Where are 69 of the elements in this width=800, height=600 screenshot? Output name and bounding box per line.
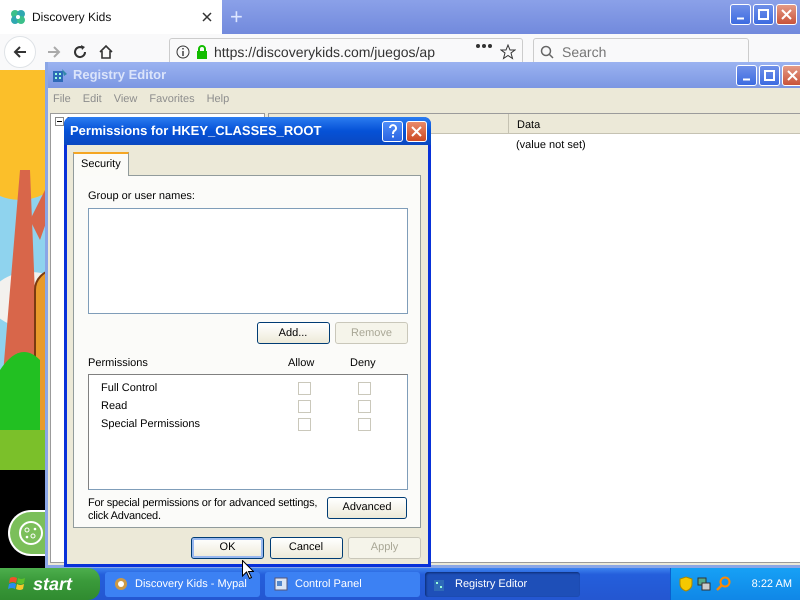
clock: 8:22 AM [752,576,792,592]
tab[interactable]: Security [73,152,129,176]
menu-item[interactable]: View [114,91,138,108]
cookie-button[interactable] [8,510,45,556]
browser-tab[interactable]: Discovery Kids [0,0,222,34]
close-button[interactable] [782,64,800,86]
cancel-button[interactable]: Cancel [270,536,342,558]
back-button[interactable] [4,36,36,68]
flower-icon [10,9,26,25]
maximize-icon [764,70,775,80]
search-icon [540,45,554,59]
advanced-hint: For special permissions or for advanced settings, click Advanced. [88,496,318,522]
search-icon [715,576,731,592]
registry-icon [52,67,68,83]
minimize-button[interactable] [730,4,752,25]
column-header[interactable]: Data [509,114,548,132]
permission-name: Special Permissions [101,417,202,432]
maximize-button[interactable] [759,64,780,86]
search-field[interactable]: Search [560,40,710,64]
advanced-button[interactable]: Advanced [327,496,407,518]
lock-icon [196,45,208,59]
url-text: https://discoverykids.com/juegos/ap [214,42,435,62]
star-icon[interactable] [500,44,516,60]
window-title: Registry Editor [73,66,166,84]
close-icon [411,126,422,136]
cookie-icon [17,519,45,547]
column-label: Deny [350,356,376,371]
minimize-button[interactable] [736,64,757,86]
maximize-button[interactable] [753,4,774,25]
dialog-title: Permissions for HKEY_CLASSES_ROOT [70,122,322,140]
taskbar-button[interactable]: Registry Editor [425,572,580,596]
close-button[interactable] [406,120,427,142]
minimize-icon [737,17,744,20]
reload-icon[interactable] [72,44,88,60]
close-icon [781,9,792,20]
menu-item[interactable]: File [53,91,71,108]
home-icon[interactable] [98,44,114,60]
permission-name: Read [101,399,128,414]
network-icon [697,576,711,592]
minimize-icon [743,78,750,80]
taskbar-button[interactable]: Control Panel [265,572,420,596]
taskbar-button[interactable]: Discovery Kids - Mypal [105,572,260,596]
app-icon [113,576,129,592]
user-list[interactable] [88,208,408,314]
question-mark-icon [388,124,398,138]
info-icon [176,45,190,59]
menu-item[interactable]: Favorites [149,91,195,108]
menu-item[interactable]: Edit [82,91,102,108]
add-button[interactable]: Add... [256,322,330,344]
permissions-label: Permissions [88,356,149,371]
start-button[interactable]: start [0,568,100,600]
back-arrow-icon [12,44,28,60]
permission-name: Full Control [101,381,158,396]
maximize-icon [758,9,770,20]
close-icon [787,70,798,80]
new-tab-button[interactable]: + [222,0,251,34]
cursor-icon [242,560,254,579]
close-button[interactable] [776,4,798,25]
close-icon [202,12,212,22]
control-panel-icon [273,576,289,592]
menu-item[interactable]: Help [206,91,230,108]
group-label: Group or user names: [88,188,196,204]
column-label: Allow [288,356,316,371]
collapse-icon [55,116,64,126]
help-button[interactable] [382,120,404,142]
data-cell-text: (value not set) [515,138,586,152]
shield-icon [679,576,693,592]
ok-button[interactable]: OK [191,536,264,558]
more-icon[interactable] [476,44,492,48]
